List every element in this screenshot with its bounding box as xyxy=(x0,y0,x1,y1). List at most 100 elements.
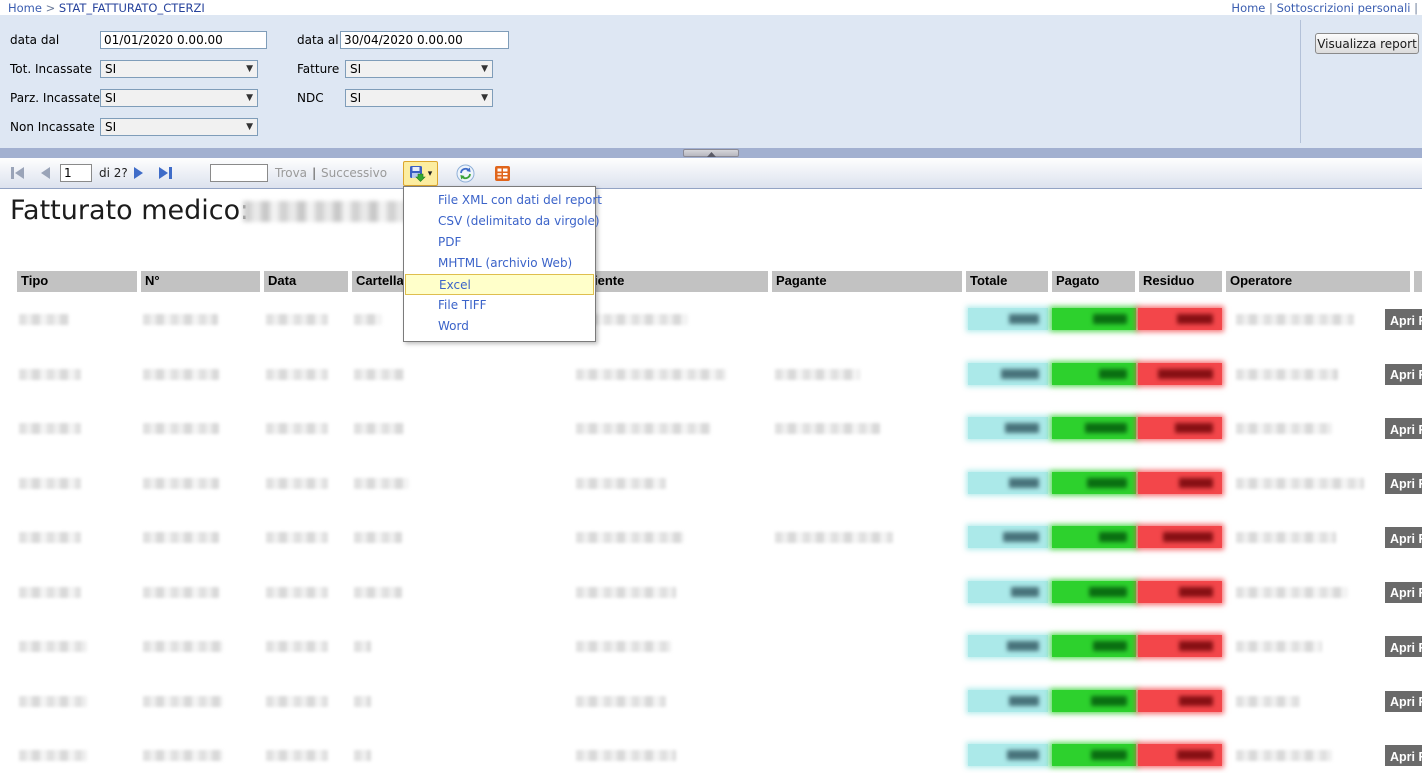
residuo-amount-cell xyxy=(1138,635,1222,657)
find-text-input[interactable] xyxy=(210,164,268,182)
column-header-pagante: Pagante xyxy=(772,271,962,292)
export-caret-icon: ▾ xyxy=(428,169,433,179)
non-incassate-value: SI xyxy=(105,120,116,134)
report-viewer-page: Home > STAT_FATTURATO_CTERZI Home | Sott… xyxy=(0,0,1422,773)
refresh-button[interactable] xyxy=(455,163,475,183)
find-button[interactable]: Trova xyxy=(275,166,307,180)
chevron-down-icon: ▼ xyxy=(481,93,488,103)
redacted-n-cell xyxy=(143,532,219,543)
pagato-amount-cell xyxy=(1052,472,1136,494)
non-incassate-select[interactable]: SI ▼ xyxy=(100,118,258,136)
page-number-input[interactable] xyxy=(60,164,92,182)
export-menu-item-file[interactable]: File XML con dati del report xyxy=(404,190,595,211)
table-row: Apri F xyxy=(0,510,1422,564)
redacted-cliente-cell xyxy=(576,750,676,761)
link-separator-2: | xyxy=(1414,1,1418,15)
breadcrumb-current[interactable]: STAT_FATTURATO_CTERZI xyxy=(59,1,205,15)
ndc-select[interactable]: SI ▼ xyxy=(345,89,493,107)
apri-button[interactable]: Apri F xyxy=(1385,364,1422,385)
redacted-residuo-value xyxy=(1179,696,1213,706)
breadcrumb-home-link[interactable]: Home xyxy=(8,1,42,15)
redacted-residuo-value xyxy=(1158,369,1213,379)
next-page-icon[interactable] xyxy=(133,166,144,180)
column-header-cliente: Cliente xyxy=(577,271,768,292)
redacted-cartella-cell xyxy=(354,641,371,652)
export-dropdown-button[interactable]: ▾ xyxy=(403,161,438,186)
redacted-operatore-cell xyxy=(1236,641,1322,652)
redacted-totale-value xyxy=(1003,532,1039,542)
redacted-cartella-cell xyxy=(354,423,404,434)
export-menu-item-mhtml[interactable]: MHTML (archivio Web) xyxy=(404,253,595,274)
redacted-totale-value xyxy=(1009,696,1039,706)
export-menu-item-excel[interactable]: Excel xyxy=(405,274,594,295)
export-menu-item-csv[interactable]: CSV (delimitato da virgole) xyxy=(404,211,595,232)
first-page-icon[interactable] xyxy=(10,166,25,180)
totale-amount-cell xyxy=(968,308,1048,330)
parz-incassate-select[interactable]: SI ▼ xyxy=(100,89,258,107)
redacted-cartella-cell xyxy=(354,587,402,598)
redacted-totale-value xyxy=(1001,369,1039,379)
redacted-cliente-cell xyxy=(576,423,711,434)
find-separator: | xyxy=(312,166,316,180)
previous-page-icon[interactable] xyxy=(40,166,51,180)
parz-incassate-label: Parz. Incassate xyxy=(10,91,100,105)
redacted-data-cell xyxy=(266,641,328,652)
data-al-input[interactable] xyxy=(340,31,509,49)
redacted-tipo-cell xyxy=(19,641,87,652)
refresh-icon xyxy=(456,164,475,183)
ndc-value: SI xyxy=(350,91,361,105)
pagato-amount-cell xyxy=(1052,308,1136,330)
redacted-totale-value xyxy=(1009,478,1039,488)
parz-incassate-value: SI xyxy=(105,91,116,105)
redacted-residuo-value xyxy=(1179,587,1213,597)
visualizza-report-button[interactable]: Visualizza report xyxy=(1315,33,1419,54)
apri-button[interactable]: Apri F xyxy=(1385,309,1422,330)
pagato-amount-cell xyxy=(1052,744,1136,766)
redacted-n-cell xyxy=(143,696,223,707)
apri-button[interactable]: Apri F xyxy=(1385,527,1422,548)
home-link[interactable]: Home xyxy=(1231,1,1265,15)
redacted-cliente-cell xyxy=(576,587,676,598)
last-page-icon[interactable] xyxy=(158,166,173,180)
redacted-n-cell xyxy=(143,314,218,325)
non-incassate-label: Non Incassate xyxy=(10,120,95,134)
collapse-parameters-handle[interactable] xyxy=(683,149,739,157)
pagato-amount-cell xyxy=(1052,363,1136,385)
redacted-n-cell xyxy=(143,423,219,434)
column-header-pagato: Pagato xyxy=(1052,271,1135,292)
redacted-pagato-value xyxy=(1099,369,1127,379)
fatture-label: Fatture xyxy=(297,62,339,76)
data-dal-input[interactable] xyxy=(100,31,267,49)
residuo-amount-cell xyxy=(1138,526,1222,548)
chevron-down-icon: ▼ xyxy=(246,122,253,132)
data-feed-button[interactable] xyxy=(492,163,512,183)
apri-button[interactable]: Apri F xyxy=(1385,691,1422,712)
redacted-totale-value xyxy=(1009,314,1039,324)
apri-button[interactable]: Apri F xyxy=(1385,636,1422,657)
export-menu-item-word[interactable]: Word xyxy=(404,316,595,337)
apri-button[interactable]: Apri F xyxy=(1385,418,1422,439)
redacted-cartella-cell xyxy=(354,750,371,761)
redacted-cartella-cell xyxy=(354,478,409,489)
personal-subscriptions-link[interactable]: Sottoscrizioni personali xyxy=(1277,1,1411,15)
fatture-select[interactable]: SI ▼ xyxy=(345,60,493,78)
find-next-button[interactable]: Successivo xyxy=(321,166,387,180)
redacted-data-cell xyxy=(266,750,328,761)
chevron-down-icon: ▼ xyxy=(246,64,253,74)
redacted-pagante-cell xyxy=(775,369,860,380)
redacted-pagato-value xyxy=(1093,641,1127,651)
splitter-bar xyxy=(0,148,1422,158)
redacted-operatore-cell xyxy=(1236,478,1364,489)
report-body: Fatturato medico: TipoN°DataCartellaClie… xyxy=(0,189,1422,773)
table-row: Apri F xyxy=(0,347,1422,401)
fatture-value: SI xyxy=(350,62,361,76)
apri-button[interactable]: Apri F xyxy=(1385,473,1422,494)
apri-button[interactable]: Apri F xyxy=(1385,745,1422,766)
tot-incassate-select[interactable]: SI ▼ xyxy=(100,60,258,78)
redacted-residuo-value xyxy=(1177,750,1213,760)
export-menu-item-file[interactable]: File TIFF xyxy=(404,295,595,316)
apri-button[interactable]: Apri F xyxy=(1385,582,1422,603)
export-menu-item-pdf[interactable]: PDF xyxy=(404,232,595,253)
redacted-n-cell xyxy=(143,750,223,761)
chevron-down-icon: ▼ xyxy=(481,64,488,74)
